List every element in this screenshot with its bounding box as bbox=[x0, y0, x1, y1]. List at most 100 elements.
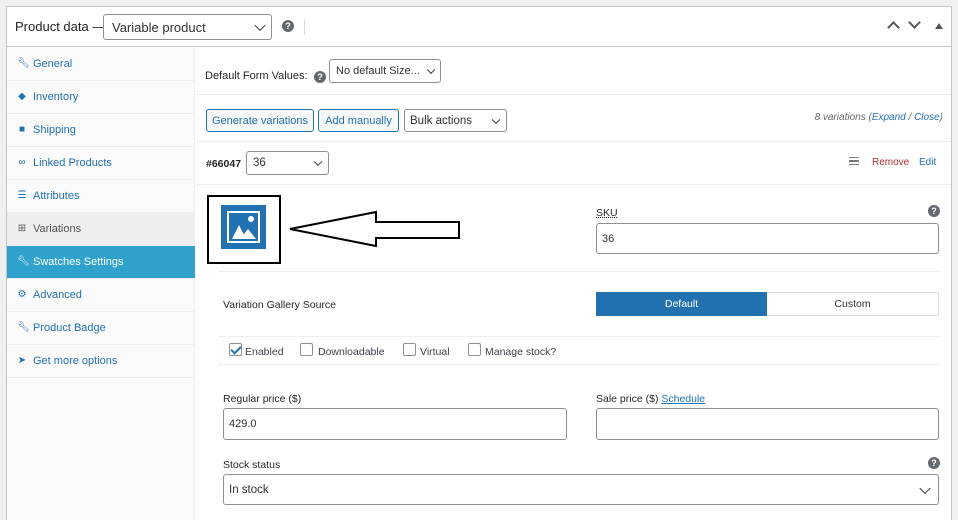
sale-price-label: Sale price ($) Schedule bbox=[596, 393, 705, 405]
tab-advanced[interactable]: ⚙ Advanced bbox=[7, 279, 195, 312]
help-icon[interactable]: ? bbox=[928, 205, 940, 217]
close-paren: ) bbox=[940, 112, 943, 123]
default-size-value: No default Size... bbox=[336, 65, 420, 77]
remove-link[interactable]: Remove bbox=[872, 157, 909, 168]
variation-size-select[interactable]: 36 bbox=[246, 151, 329, 175]
truck-icon: ■ bbox=[17, 125, 27, 135]
tag-icon: ◆ bbox=[17, 92, 27, 102]
tab-label: Variations bbox=[33, 223, 81, 235]
panel-header: Product data — Variable product ? bbox=[7, 7, 951, 47]
drag-handle-icon[interactable] bbox=[849, 157, 859, 165]
sun-shape bbox=[248, 216, 254, 222]
chevron-down-icon bbox=[314, 158, 322, 166]
chevron-down-icon bbox=[492, 115, 500, 123]
stock-status-select[interactable]: In stock bbox=[223, 474, 939, 505]
divider bbox=[218, 364, 939, 365]
gear-icon: ⚙ bbox=[17, 290, 27, 300]
drag-handle-bar bbox=[849, 160, 859, 162]
slash: / bbox=[906, 112, 914, 123]
product-data-tabs: 🔧︎ General ◆ Inventory ■ Shipping ∞ Link… bbox=[7, 48, 195, 520]
add-manually-button[interactable]: Add manually bbox=[318, 109, 399, 132]
edit-link[interactable]: Edit bbox=[919, 157, 936, 168]
divider bbox=[196, 141, 951, 142]
toggle-panel-icon[interactable] bbox=[935, 23, 943, 29]
tab-label: Advanced bbox=[33, 289, 82, 301]
gallery-source-label: Variation Gallery Source bbox=[223, 299, 336, 311]
regular-price-value: 429.0 bbox=[229, 418, 257, 430]
wrench-icon: 🔧︎ bbox=[17, 323, 27, 333]
variation-image-upload[interactable] bbox=[207, 195, 281, 264]
virtual-checkbox[interactable] bbox=[403, 343, 416, 356]
tab-inventory[interactable]: ◆ Inventory bbox=[7, 81, 195, 114]
manage-stock-checkbox[interactable] bbox=[468, 343, 481, 356]
gallery-custom-option[interactable]: Custom bbox=[767, 292, 939, 316]
wrench-icon: 🔧︎ bbox=[17, 257, 27, 267]
tab-label: Get more options bbox=[33, 355, 117, 367]
variation-id: #66047 bbox=[206, 158, 241, 170]
tab-shipping[interactable]: ■ Shipping bbox=[7, 114, 195, 147]
help-icon[interactable]: ? bbox=[282, 20, 294, 32]
schedule-link[interactable]: Schedule bbox=[661, 393, 705, 405]
variations-count: 8 variations (Expand / Close) bbox=[815, 112, 943, 123]
chevron-down-icon bbox=[427, 66, 435, 74]
move-up-icon[interactable] bbox=[887, 21, 900, 34]
gallery-default-option[interactable]: Default bbox=[596, 292, 767, 316]
tab-label: Swatches Settings bbox=[33, 256, 124, 268]
divider bbox=[218, 336, 939, 337]
tab-get-more-options[interactable]: ➤ Get more options bbox=[7, 345, 195, 378]
manage-stock-label: Manage stock? bbox=[485, 346, 556, 358]
mountain-shape bbox=[240, 229, 256, 239]
annotation-arrow-icon bbox=[288, 210, 460, 248]
sku-input[interactable]: 36 bbox=[596, 223, 939, 254]
chevron-down-icon bbox=[919, 482, 930, 493]
chevron-down-icon bbox=[254, 20, 265, 31]
grid-icon: ⊞ bbox=[17, 224, 27, 234]
image-placeholder-icon bbox=[221, 205, 266, 249]
downloadable-checkbox[interactable] bbox=[300, 343, 313, 356]
divider bbox=[196, 184, 951, 185]
panel-title: Product data — bbox=[15, 19, 105, 34]
tab-linked-products[interactable]: ∞ Linked Products bbox=[7, 147, 195, 180]
tab-variations[interactable]: ⊞ Variations bbox=[7, 213, 195, 246]
close-link[interactable]: Close bbox=[914, 112, 940, 123]
sale-price-text: Sale price ($) bbox=[596, 393, 661, 405]
generate-variations-button[interactable]: Generate variations bbox=[206, 109, 314, 132]
enabled-label: Enabled bbox=[245, 346, 284, 358]
list-icon: ☰ bbox=[17, 191, 27, 201]
expand-link[interactable]: Expand bbox=[872, 112, 906, 123]
divider bbox=[218, 271, 939, 272]
regular-price-label: Regular price ($) bbox=[223, 393, 301, 405]
regular-price-input[interactable]: 429.0 bbox=[223, 408, 567, 440]
enabled-checkbox[interactable] bbox=[229, 343, 242, 356]
variation-size-value: 36 bbox=[253, 157, 266, 169]
tab-attributes[interactable]: ☰ Attributes bbox=[7, 180, 195, 213]
sku-value: 36 bbox=[602, 233, 614, 245]
bulk-actions-value: Bulk actions bbox=[410, 115, 472, 127]
help-icon[interactable]: ? bbox=[928, 457, 940, 469]
tab-label: Inventory bbox=[33, 91, 78, 103]
bulk-actions-select[interactable]: Bulk actions bbox=[404, 109, 507, 132]
stock-status-value: In stock bbox=[229, 484, 269, 496]
tab-product-badge[interactable]: 🔧︎ Product Badge bbox=[7, 312, 195, 345]
variations-panel: Default Form Values: ? No default Size..… bbox=[196, 48, 951, 520]
default-size-select[interactable]: No default Size... bbox=[329, 59, 441, 83]
stock-status-label: Stock status bbox=[223, 459, 280, 471]
virtual-label: Virtual bbox=[420, 346, 450, 358]
default-form-values-label: Default Form Values: bbox=[205, 70, 308, 82]
product-data-panel: Product data — Variable product ? 🔧︎ Gen… bbox=[6, 6, 952, 520]
tab-label: Linked Products bbox=[33, 157, 112, 169]
tab-label: Shipping bbox=[33, 124, 76, 136]
tab-label: Attributes bbox=[33, 190, 79, 202]
tab-general[interactable]: 🔧︎ General bbox=[7, 48, 195, 81]
tab-label: General bbox=[33, 58, 72, 70]
tab-label: Product Badge bbox=[33, 322, 106, 334]
count-text: 8 variations ( bbox=[815, 112, 872, 123]
product-type-select[interactable]: Variable product bbox=[103, 14, 272, 40]
tab-swatches-settings[interactable]: 🔧︎ Swatches Settings bbox=[7, 246, 195, 279]
divider bbox=[196, 94, 951, 95]
sale-price-input[interactable] bbox=[596, 408, 939, 440]
wrench-icon: 🔧︎ bbox=[17, 59, 27, 69]
move-down-icon[interactable] bbox=[908, 16, 921, 29]
help-icon[interactable]: ? bbox=[314, 71, 326, 83]
sku-label: SKU bbox=[596, 207, 618, 219]
